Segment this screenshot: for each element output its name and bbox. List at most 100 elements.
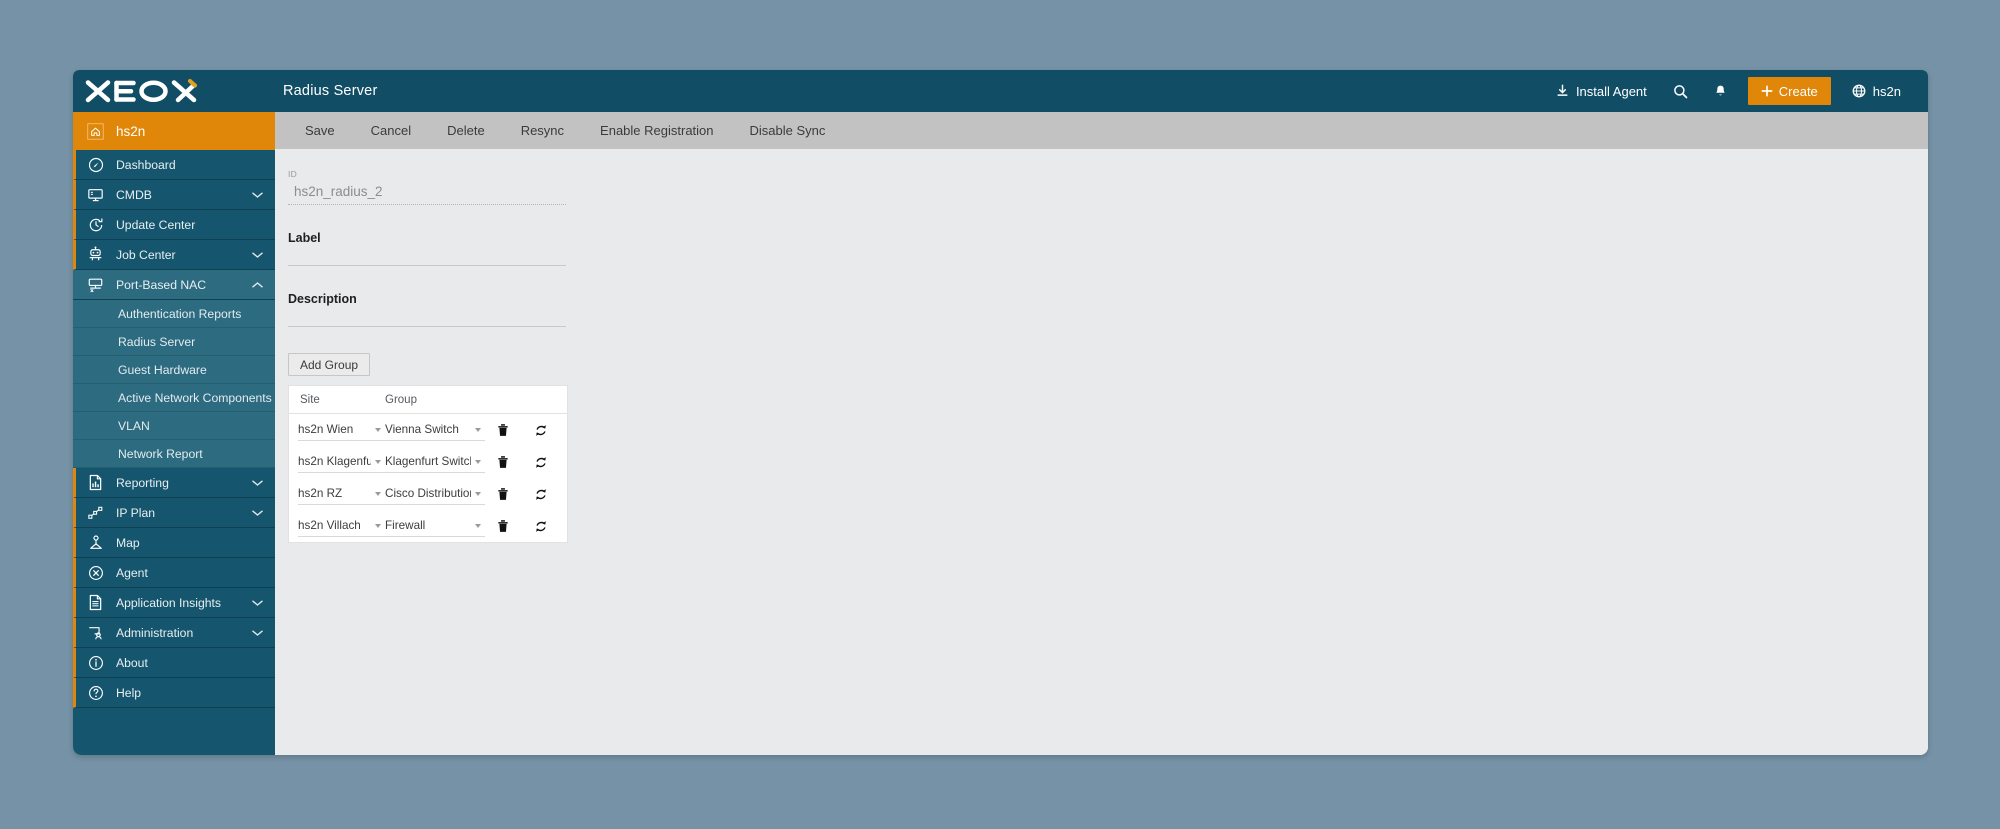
group-select-value: Firewall	[385, 519, 426, 532]
resync-row-button[interactable]	[520, 487, 562, 502]
sidebar-item-update-center[interactable]: Update Center	[73, 210, 275, 240]
sidebar-item-label: Application Insights	[116, 595, 222, 610]
download-icon	[1556, 84, 1569, 98]
label-input[interactable]	[288, 254, 566, 266]
monitor-icon	[87, 186, 104, 203]
disable-sync-button[interactable]: Disable Sync	[732, 112, 844, 149]
sidebar-item-label: Port-Based NAC	[116, 277, 207, 292]
sidebar-item-guest-hardware[interactable]: Guest Hardware	[73, 356, 275, 384]
trash-icon	[497, 520, 508, 532]
search-button[interactable]	[1660, 70, 1701, 112]
table-row: hs2n Villach Firewall	[289, 510, 567, 542]
cell-group: Vienna Switch	[385, 419, 485, 441]
sidebar-item-radius-server[interactable]: Radius Server	[73, 328, 275, 356]
sidebar-item-home[interactable]: hs2n	[73, 112, 275, 150]
action-toolbar: Save Cancel Delete Resync Enable Registr…	[275, 112, 1928, 149]
install-agent-button[interactable]: Install Agent	[1543, 70, 1660, 112]
label-field-label: Label	[288, 231, 321, 245]
id-field-value: hs2n_radius_2	[288, 184, 566, 205]
sidebar-item-administration[interactable]: Administration	[73, 618, 275, 648]
sidebar-item-vlan[interactable]: VLAN	[73, 412, 275, 440]
chevron-down-icon	[375, 491, 381, 496]
sidebar-item-label: Reporting	[116, 475, 169, 490]
chevron-down-icon	[375, 523, 381, 528]
sidebar-item-authentication-reports[interactable]: Authentication Reports	[73, 300, 275, 328]
save-button[interactable]: Save	[287, 112, 353, 149]
sidebar-item-label: Update Center	[116, 217, 196, 232]
add-group-button[interactable]: Add Group	[288, 353, 371, 376]
sidebar-subitem-label: Network Report	[118, 446, 203, 461]
chevron-up-icon[interactable]	[252, 281, 263, 289]
resync-row-button[interactable]	[520, 455, 562, 470]
chevron-down-icon[interactable]	[252, 509, 263, 517]
chevron-down-icon	[375, 459, 381, 464]
description-input[interactable]	[288, 315, 566, 327]
cancel-button[interactable]: Cancel	[353, 112, 429, 149]
sidebar-item-dashboard[interactable]: Dashboard	[73, 150, 275, 180]
group-select[interactable]: Vienna Switch	[385, 419, 485, 441]
group-select[interactable]: Firewall	[385, 515, 485, 537]
delete-row-button[interactable]	[485, 487, 520, 501]
agent-x-icon	[87, 564, 104, 581]
sidebar-item-network-report[interactable]: Network Report	[73, 440, 275, 468]
trash-icon	[497, 488, 508, 500]
groups-table-header: Site Group	[289, 386, 567, 414]
sidebar-item-application-insights[interactable]: Application Insights	[73, 588, 275, 618]
site-select[interactable]: hs2n Klagenfurt	[298, 451, 385, 473]
chevron-down-icon[interactable]	[252, 629, 263, 637]
create-button[interactable]: Create	[1747, 77, 1831, 105]
sidebar-item-label: Dashboard	[116, 157, 176, 172]
chevron-down-icon[interactable]	[252, 191, 263, 199]
sidebar-item-ip-plan[interactable]: IP Plan	[73, 498, 275, 528]
robot-icon	[87, 246, 104, 263]
map-pin-person-icon	[87, 534, 104, 551]
cell-site: hs2n RZ	[289, 483, 385, 505]
sidebar-subitem-label: Authentication Reports	[118, 306, 242, 321]
sidebar-navigation: hs2n Dashboard CMDB Update Center Job Ce…	[73, 112, 275, 755]
clock-refresh-icon	[87, 216, 104, 233]
delete-row-button[interactable]	[485, 455, 520, 469]
chevron-down-icon[interactable]	[252, 479, 263, 487]
group-select[interactable]: Cisco Distribution	[385, 483, 485, 505]
main-content: Save Cancel Delete Resync Enable Registr…	[275, 112, 1928, 755]
sidebar-item-agent[interactable]: Agent	[73, 558, 275, 588]
delete-button[interactable]: Delete	[429, 112, 503, 149]
site-select[interactable]: hs2n Villach	[298, 515, 385, 537]
plus-icon	[1761, 85, 1773, 97]
site-select[interactable]: hs2n Wien	[298, 419, 385, 441]
group-select-value: Klagenfurt Switches	[385, 455, 471, 468]
cell-site: hs2n Villach	[289, 515, 385, 537]
sidebar-item-label: About	[116, 655, 148, 670]
site-select-value: hs2n RZ	[298, 487, 343, 500]
sidebar-item-help[interactable]: Help	[73, 678, 275, 708]
id-field-group: ID hs2n_radius_2	[288, 169, 566, 205]
delete-row-button[interactable]	[485, 519, 520, 533]
sidebar-item-label: Help	[116, 685, 142, 700]
resync-row-button[interactable]	[520, 519, 562, 534]
sync-icon	[536, 488, 546, 500]
document-icon	[87, 594, 104, 611]
sidebar-item-reporting[interactable]: Reporting	[73, 468, 275, 498]
sidebar-item-map[interactable]: Map	[73, 528, 275, 558]
groups-section: Add Group Site Group hs2n Wien Vienna Sw…	[288, 353, 1928, 543]
tenant-selector[interactable]: hs2n	[1839, 70, 1914, 112]
xeox-logo[interactable]	[73, 70, 275, 112]
group-select[interactable]: Klagenfurt Switches	[385, 451, 485, 473]
sidebar-item-cmdb[interactable]: CMDB	[73, 180, 275, 210]
resync-row-button[interactable]	[520, 423, 562, 438]
sidebar-item-about[interactable]: About	[73, 648, 275, 678]
gauge-icon	[87, 156, 104, 173]
site-select[interactable]: hs2n RZ	[298, 483, 385, 505]
chevron-down-icon[interactable]	[252, 599, 263, 607]
report-doc-icon	[87, 474, 104, 491]
sidebar-item-active-network-components[interactable]: Active Network Components	[73, 384, 275, 412]
chevron-down-icon[interactable]	[252, 251, 263, 259]
enable-registration-button[interactable]: Enable Registration	[582, 112, 731, 149]
notifications-button[interactable]	[1701, 70, 1740, 112]
resync-button[interactable]: Resync	[503, 112, 582, 149]
sidebar-subitem-label: VLAN	[118, 418, 150, 433]
sidebar-item-port-based-nac[interactable]: Port-Based NAC	[73, 270, 275, 300]
sidebar-item-job-center[interactable]: Job Center	[73, 240, 275, 270]
delete-row-button[interactable]	[485, 423, 520, 437]
xeox-logo-icon	[85, 79, 197, 103]
